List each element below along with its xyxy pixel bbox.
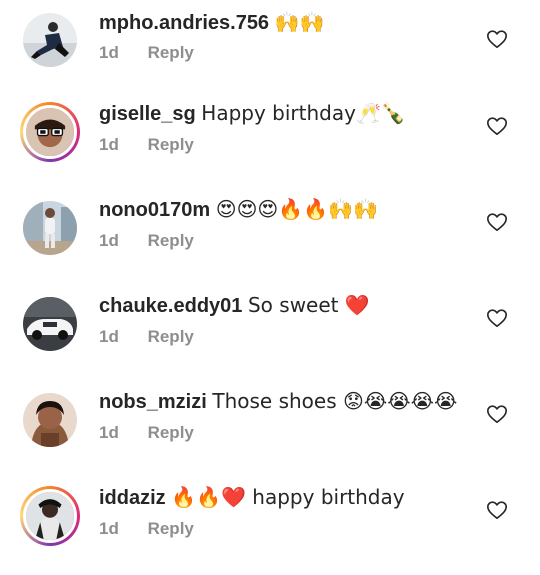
avatar: [23, 393, 77, 447]
comment-list: mpho.andries.756 🙌🙌 1d Reply giselle_sg …: [0, 0, 540, 575]
avatar-button[interactable]: [20, 198, 80, 258]
comment-timestamp: 1d: [99, 519, 119, 538]
heart-outline-icon: [487, 117, 507, 136]
comment-body: Those shoes 😟😭😭😭😭: [212, 389, 458, 413]
comment-username[interactable]: chauke.eddy01: [99, 295, 242, 317]
heart-outline-icon: [487, 213, 507, 232]
comment-body: Happy birthday🥂🍾: [201, 101, 406, 125]
avatar: [23, 105, 77, 159]
avatar-button[interactable]: [20, 102, 80, 162]
avatar-button[interactable]: [20, 486, 80, 546]
comment-timestamp: 1d: [99, 43, 119, 62]
avatar-button[interactable]: [20, 10, 80, 70]
avatar: [23, 13, 77, 67]
comment-item: nobs_mzizi Those shoes 😟😭😭😭😭 1d Reply: [0, 376, 540, 472]
comment-meta: 1d Reply: [99, 422, 194, 444]
comment-meta: 1d Reply: [99, 42, 194, 64]
comment-username[interactable]: mpho.andries.756: [99, 12, 269, 34]
reply-button[interactable]: Reply: [148, 327, 194, 346]
comment-body: 🔥🔥❤️ happy birthday: [171, 485, 405, 509]
comment-meta: 1d Reply: [99, 518, 194, 540]
comment-meta: 1d Reply: [99, 326, 194, 348]
comment-username[interactable]: giselle_sg: [99, 103, 196, 125]
comment-text: chauke.eddy01 So sweet ❤️: [99, 292, 370, 319]
reply-button[interactable]: Reply: [148, 135, 194, 154]
comment-username[interactable]: nobs_mzizi: [99, 391, 207, 413]
comment-text: iddaziz 🔥🔥❤️ happy birthday: [99, 484, 405, 511]
like-button[interactable]: [486, 211, 508, 233]
comment-body: 🙌🙌: [274, 10, 325, 34]
comment-timestamp: 1d: [99, 423, 119, 442]
reply-button[interactable]: Reply: [148, 231, 194, 250]
heart-outline-icon: [487, 501, 507, 520]
comment-body: So sweet ❤️: [247, 293, 370, 317]
comment-item: nono0170m 😍😍😍🔥🔥🙌🙌 1d Reply: [0, 184, 540, 280]
comment-body: 😍😍😍🔥🔥🙌🙌: [215, 197, 378, 221]
comment-timestamp: 1d: [99, 327, 119, 346]
comment-meta: 1d Reply: [99, 134, 194, 156]
heart-outline-icon: [487, 30, 507, 49]
comment-item: iddaziz 🔥🔥❤️ happy birthday 1d Reply: [0, 472, 540, 568]
heart-outline-icon: [487, 309, 507, 328]
reply-button[interactable]: Reply: [148, 423, 194, 442]
like-button[interactable]: [486, 499, 508, 521]
comment-timestamp: 1d: [99, 231, 119, 250]
like-button[interactable]: [486, 403, 508, 425]
comment-item: chauke.eddy01 So sweet ❤️ 1d Reply: [0, 280, 540, 376]
comment-text: nobs_mzizi Those shoes 😟😭😭😭😭: [99, 388, 457, 415]
comment-text: giselle_sg Happy birthday🥂🍾: [99, 100, 406, 127]
heart-outline-icon: [487, 405, 507, 424]
avatar: [23, 297, 77, 351]
like-button[interactable]: [486, 28, 508, 50]
avatar: [23, 489, 77, 543]
reply-button[interactable]: Reply: [148, 519, 194, 538]
avatar: [23, 201, 77, 255]
comment-text: mpho.andries.756 🙌🙌: [99, 9, 324, 36]
avatar-button[interactable]: [20, 390, 80, 450]
comment-meta: 1d Reply: [99, 230, 194, 252]
comment-item: mpho.andries.756 🙌🙌 1d Reply: [0, 0, 540, 88]
comment-username[interactable]: iddaziz: [99, 487, 166, 509]
reply-button[interactable]: Reply: [148, 43, 194, 62]
comment-item: giselle_sg Happy birthday🥂🍾 1d Reply: [0, 88, 540, 184]
comment-text: nono0170m 😍😍😍🔥🔥🙌🙌: [99, 196, 378, 223]
like-button[interactable]: [486, 307, 508, 329]
like-button[interactable]: [486, 115, 508, 137]
comment-username[interactable]: nono0170m: [99, 199, 210, 221]
avatar-button[interactable]: [20, 294, 80, 354]
comment-timestamp: 1d: [99, 135, 119, 154]
